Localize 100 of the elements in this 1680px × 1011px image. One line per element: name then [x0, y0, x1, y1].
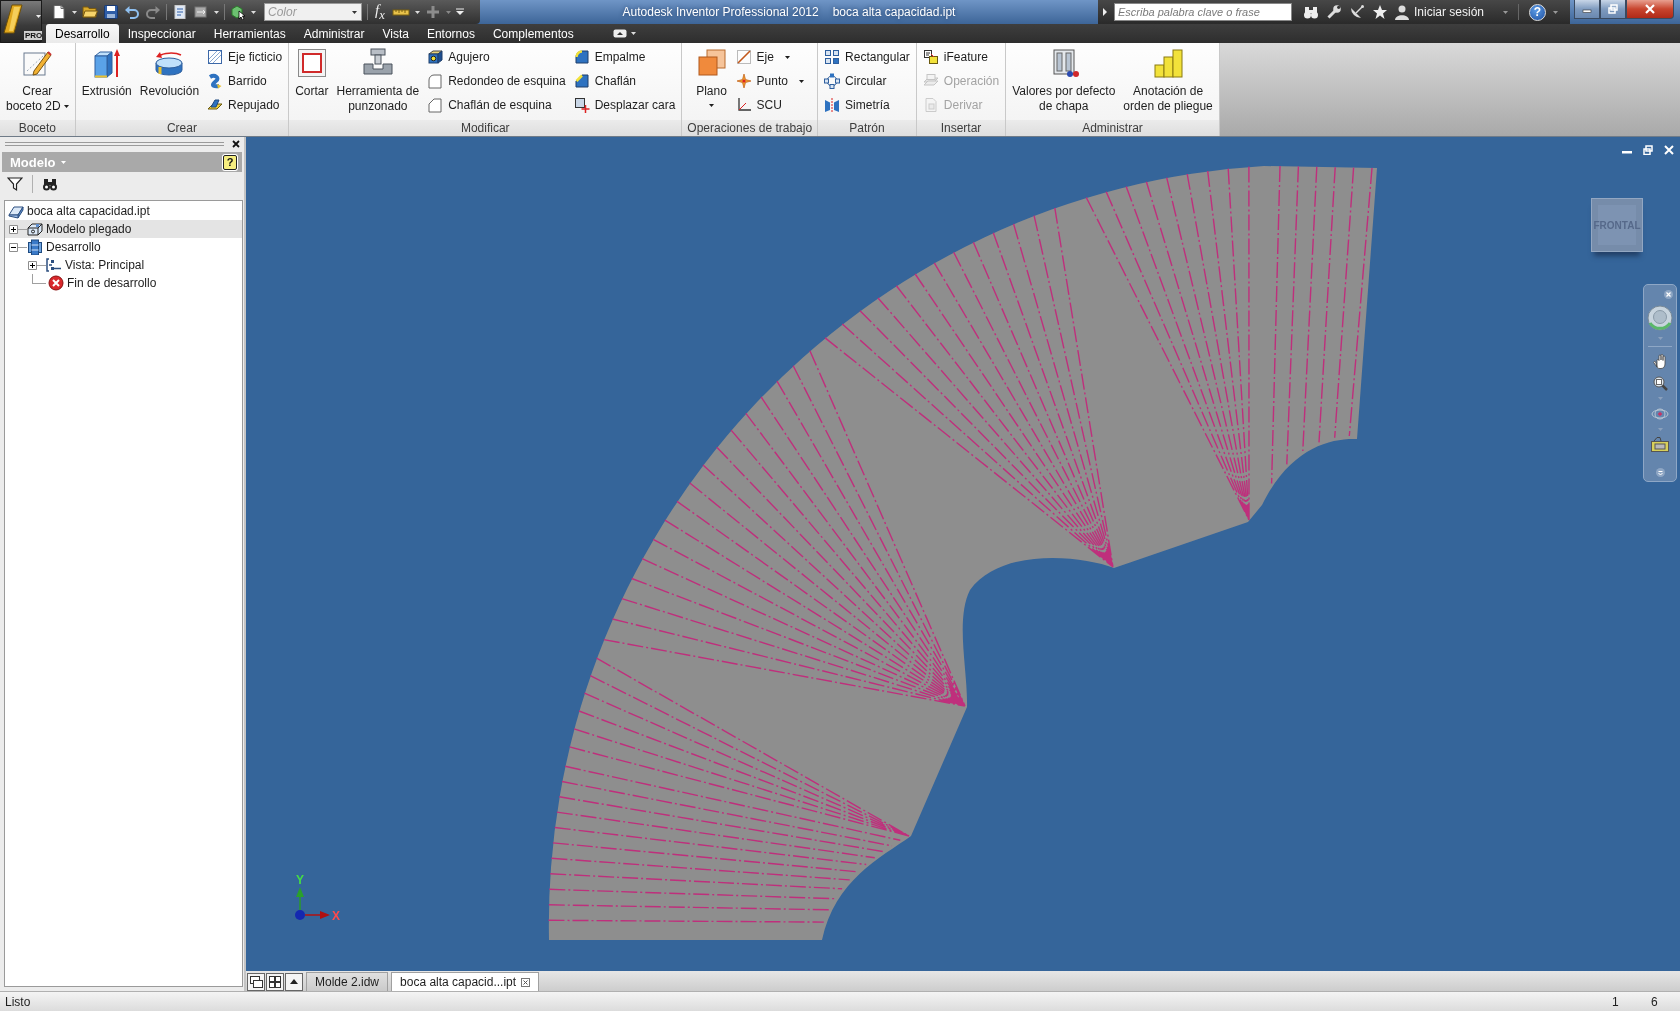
new-file-icon[interactable] [51, 4, 67, 20]
ribbon-button[interactable]: Chaflán de esquina [425, 94, 568, 116]
ribbon-button[interactable]: SCU [733, 94, 806, 116]
ribbon-button[interactable]: Barrido [205, 70, 285, 92]
help-button[interactable]: ? [1529, 3, 1547, 21]
ribbon-tab[interactable]: Herramientas [204, 24, 295, 43]
pan-hand-icon[interactable] [1652, 353, 1668, 369]
document-tab[interactable]: boca alta capacid...ipt [391, 972, 540, 991]
caret-icon[interactable] [251, 10, 256, 14]
tree-item[interactable]: Modelo plegado [5, 220, 242, 238]
curved-tube-icon [207, 73, 224, 89]
ribbon-tab[interactable]: Administrar [294, 24, 374, 43]
orbit-icon[interactable] [1651, 406, 1669, 422]
ribbon-tab[interactable]: Inspeccionar [118, 24, 205, 43]
cross-circle-icon [48, 275, 64, 291]
ribbon-button[interactable]: Circular [822, 70, 912, 92]
caret-icon [798, 79, 804, 83]
ribbon-tab[interactable]: Complementos [483, 24, 583, 43]
wrench-icon[interactable] [1326, 4, 1342, 20]
tree-item[interactable]: Desarrollo [5, 238, 242, 256]
tree-item[interactable]: Fin de desarrollo [5, 274, 242, 292]
minus-box-icon[interactable] [9, 242, 18, 252]
tile-windows-icon[interactable] [266, 973, 284, 991]
ribbon-button[interactable]: Anotación de orden de pliegue [1121, 43, 1215, 120]
ribbon-tab[interactable]: Entornos [417, 24, 484, 43]
close-icon[interactable] [521, 977, 531, 987]
caret-icon[interactable] [630, 32, 636, 35]
ribbon-button[interactable]: Desplazar cara [571, 94, 678, 116]
star-icon[interactable] [1372, 4, 1388, 20]
caret-icon[interactable] [414, 10, 420, 14]
ribbon-button[interactable]: Simetría [822, 94, 912, 116]
point-marker-icon [735, 73, 752, 89]
undo-icon[interactable] [124, 4, 140, 20]
caret-icon[interactable] [455, 8, 464, 16]
view-frame-icon[interactable] [1651, 437, 1669, 452]
block-with-hole-icon [427, 49, 444, 65]
redo-icon[interactable] [145, 4, 161, 20]
caret-icon[interactable] [352, 11, 357, 14]
caret-icon[interactable] [214, 10, 219, 14]
save-icon[interactable] [103, 4, 119, 20]
window-title: Autodesk Inventor Professional 2012 [622, 5, 819, 19]
ribbon-button[interactable]: Plano [693, 43, 730, 120]
restore-icon[interactable] [1643, 145, 1653, 155]
caret-icon[interactable] [72, 10, 77, 14]
ribbon-button[interactable]: Revolución [137, 43, 202, 120]
restore-button[interactable] [1600, 0, 1626, 19]
sign-in-button[interactable]: Iniciar sesión [1395, 4, 1485, 20]
ribbon-button[interactable]: Eje ficticio [205, 46, 285, 68]
ribbon-button[interactable]: iFeature [920, 46, 1002, 68]
minimize-button[interactable] [1574, 0, 1600, 19]
satellite-dish-icon[interactable] [1349, 4, 1365, 20]
up-arrow-tile-icon[interactable] [612, 29, 627, 38]
stacked-sheets-icon [922, 73, 939, 89]
ribbon-button[interactable]: Agujero [425, 46, 568, 68]
y-axis-arrow [296, 887, 304, 911]
panel-label: Insertar [916, 120, 1006, 136]
close-button[interactable] [1626, 0, 1674, 19]
caret-icon [36, 15, 42, 18]
zoom-icon[interactable] [1652, 375, 1668, 391]
ribbon-button[interactable]: Valores por defecto de chapa [1010, 43, 1118, 120]
tree-item[interactable]: boca alta capacidad.ipt [5, 202, 242, 220]
function-button[interactable]: f$_{x}$ [373, 0, 387, 24]
ribbon-button[interactable]: Redondeo de esquina [425, 70, 568, 92]
steering-wheel-icon[interactable] [1647, 305, 1673, 331]
ribbon-tab[interactable]: Desarrollo [46, 24, 119, 43]
plus-icon[interactable] [424, 4, 441, 20]
caret-icon [784, 55, 790, 59]
binoculars-icon[interactable] [1303, 4, 1319, 20]
search-field[interactable]: Escriba palabra clave o frase [1114, 3, 1292, 21]
caret-icon[interactable] [1103, 8, 1107, 16]
box-arrows-icon[interactable] [193, 4, 209, 20]
ribbon-button[interactable]: Empalme [571, 46, 678, 68]
document-tab[interactable]: Molde 2.idw [306, 972, 389, 991]
ribbon-button[interactable]: Eje [733, 46, 806, 68]
app-menu-button[interactable]: PRO [0, 0, 42, 43]
folder-icon[interactable] [82, 4, 98, 20]
ribbon-button[interactable]: Repujado [205, 94, 285, 116]
app-logo-icon [3, 4, 23, 34]
document-icon[interactable] [172, 4, 188, 20]
ribbon-button[interactable]: Chaflán [571, 70, 678, 92]
cube-cursor-icon[interactable] [230, 4, 246, 20]
ribbon-button[interactable]: Crear boceto 2D [4, 43, 71, 120]
binoculars-icon[interactable] [42, 176, 58, 192]
filter-icon[interactable] [7, 176, 23, 192]
ribbon-button[interactable]: Herramienta de punzonado [334, 43, 422, 120]
plus-box-icon[interactable] [9, 224, 18, 234]
plus-box-icon[interactable] [28, 260, 37, 270]
close-icon[interactable] [232, 139, 240, 148]
restore-icon [1608, 4, 1618, 14]
ribbon-button[interactable]: Extrusión [79, 43, 134, 120]
ribbon-button[interactable]: Rectangular [822, 46, 912, 68]
caret-icon [63, 105, 69, 109]
color-field[interactable]: Color [264, 3, 362, 21]
cascade-windows-icon[interactable] [247, 973, 265, 991]
help-button[interactable]: ? [223, 154, 237, 170]
tree-item[interactable]: Vista: Principal [5, 256, 242, 274]
ribbon-button[interactable]: Cortar [293, 43, 331, 120]
menu-icon[interactable] [1655, 468, 1665, 477]
ribbon-tab[interactable]: Vista [373, 24, 418, 43]
ribbon-button[interactable]: Punto [733, 70, 806, 92]
